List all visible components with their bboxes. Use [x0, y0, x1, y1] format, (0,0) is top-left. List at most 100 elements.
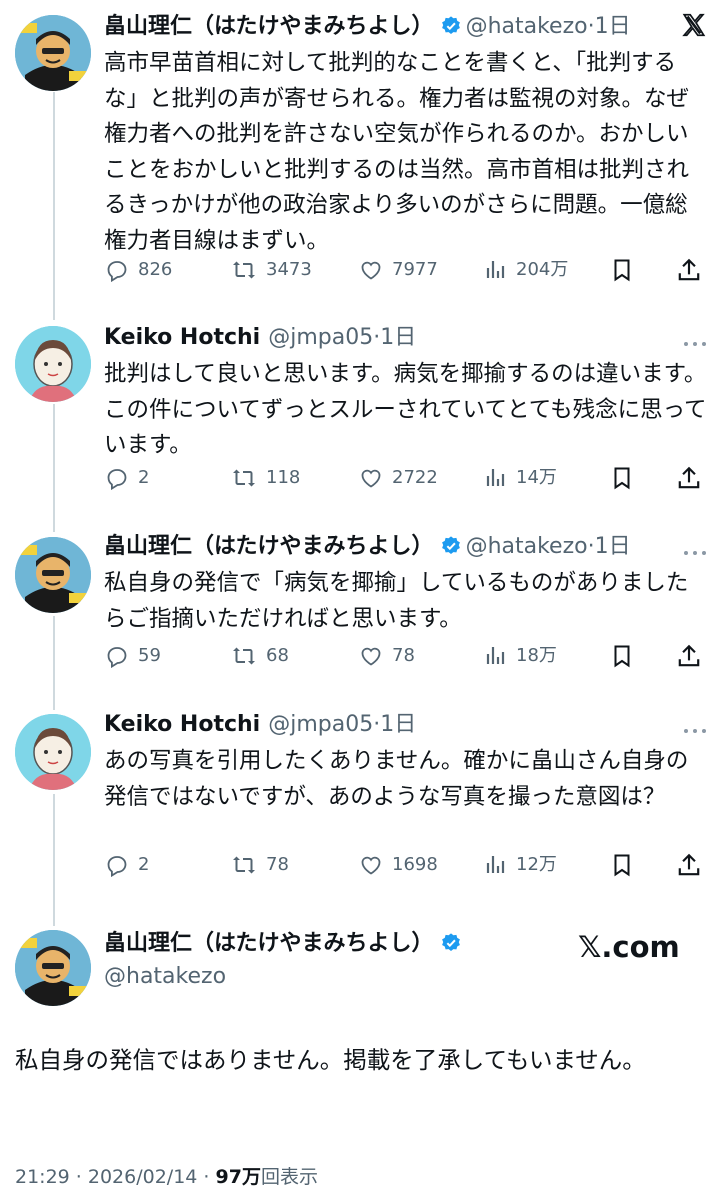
analytics-icon: [486, 647, 505, 664]
share-icon: [678, 258, 700, 281]
display-name[interactable]: 畠山理仁（はたけやまみちよし）: [104, 534, 434, 559]
tweet-header: Keiko Hotchi @jmpa05·1日: [104, 321, 708, 355]
reply-count: 2: [138, 467, 150, 488]
heart-icon: [361, 469, 381, 488]
repost-button[interactable]: 78: [230, 850, 289, 880]
tweet-header: 畠山理仁（はたけやまみちよし） @hatakezo·1日: [104, 530, 708, 564]
x-logo-icon[interactable]: [680, 12, 708, 49]
reply-icon: [107, 261, 127, 283]
avatar[interactable]: [15, 326, 91, 402]
like-count: 78: [392, 645, 415, 666]
view-count: 204万: [516, 259, 569, 280]
bookmark-icon: [614, 854, 630, 877]
heart-icon: [361, 856, 381, 875]
view-count: 14万: [516, 467, 557, 488]
bookmark-icon: [614, 259, 630, 282]
timestamp[interactable]: 1日: [595, 14, 631, 39]
tweet[interactable]: Keiko Hotchi @jmpa05·1日 あの写真を引用したくありません。確…: [104, 708, 708, 888]
tweet-header: 畠山理仁（はたけやまみちよし） @hatakezo·1日: [104, 10, 708, 44]
heart-icon: [361, 261, 381, 280]
analytics-icon: [486, 856, 505, 873]
repost-count: 3473: [266, 259, 312, 280]
like-count: 2722: [392, 467, 438, 488]
handle[interactable]: @hatakezo: [104, 961, 226, 993]
reply-count: 826: [138, 259, 173, 280]
main-tweet[interactable]: 畠山理仁（はたけやまみちよし） @hatakezo 𝕏.com 私自身の発信では…: [0, 925, 722, 1200]
views-button[interactable]: 204万: [484, 255, 568, 285]
display-name[interactable]: 畠山理仁（はたけやまみちよし）: [104, 931, 434, 956]
handle[interactable]: @jmpa05: [268, 325, 373, 350]
main-name-row: 畠山理仁（はたけやまみちよし）: [104, 927, 466, 961]
tweet-actions: 826 3473 7977 204万: [104, 255, 708, 285]
views-button[interactable]: 14万: [484, 463, 557, 493]
reply-icon: [107, 469, 127, 491]
like-button[interactable]: 7977: [358, 255, 438, 285]
display-name[interactable]: Keiko Hotchi: [104, 712, 260, 737]
verified-badge-icon: [440, 534, 462, 568]
repost-button[interactable]: 3473: [230, 255, 312, 285]
display-name[interactable]: Keiko Hotchi: [104, 325, 260, 350]
thread-line: [53, 616, 55, 710]
repost-icon: [233, 647, 255, 665]
verified-badge-icon: [440, 931, 462, 965]
tweet-text: 高市早苗首相に対して批判的なことを書くと、「批判するな」と批判の声が寄せられる。…: [104, 50, 690, 254]
verified-badge-icon: [440, 14, 462, 48]
post-timestamp[interactable]: 21:29 · 2026/02/14 ·: [15, 1166, 216, 1188]
xcom-watermark: 𝕏.com: [578, 930, 680, 964]
timestamp[interactable]: 1日: [595, 534, 631, 559]
separator: ·: [587, 14, 595, 39]
thread-line: [53, 404, 55, 532]
repost-button[interactable]: 68: [230, 641, 289, 671]
share-button[interactable]: [676, 641, 710, 671]
like-button[interactable]: 1698: [358, 850, 438, 880]
tweet-text: 私自身の発信で「病気を揶揄」しているものがありましたらご指摘いただければと思いま…: [104, 570, 689, 632]
views-button[interactable]: 18万: [484, 641, 557, 671]
views-button[interactable]: 12万: [484, 850, 557, 880]
reply-button[interactable]: 2: [104, 850, 149, 880]
share-icon: [678, 853, 700, 876]
thread-line: [53, 794, 55, 926]
bookmark-button[interactable]: [610, 463, 642, 493]
timestamp[interactable]: 1日: [380, 325, 416, 350]
view-count: 18万: [516, 645, 557, 666]
avatar[interactable]: [15, 714, 91, 790]
avatar[interactable]: [15, 537, 91, 613]
handle[interactable]: @hatakezo: [466, 14, 588, 39]
reply-icon: [107, 856, 127, 878]
share-icon: [678, 644, 700, 667]
like-button[interactable]: 78: [358, 641, 415, 671]
main-tweet-meta: 21:29 · 2026/02/14 · 97万回表示: [15, 1163, 318, 1191]
view-label: 回表示: [260, 1166, 318, 1188]
avatar[interactable]: [15, 15, 91, 91]
repost-count: 68: [266, 645, 289, 666]
tweet[interactable]: 畠山理仁（はたけやまみちよし） @hatakezo·1日 私自身の発信で「病気を揶…: [104, 530, 708, 675]
tweet[interactable]: 畠山理仁（はたけやまみちよし） @hatakezo·1日 高市早苗首相に対して批判…: [104, 10, 708, 300]
analytics-icon: [486, 261, 505, 278]
thread-line: [53, 92, 55, 320]
like-button[interactable]: 2722: [358, 463, 438, 493]
repost-button[interactable]: 118: [230, 463, 300, 493]
display-name[interactable]: 畠山理仁（はたけやまみちよし）: [104, 14, 434, 39]
reply-icon: [107, 647, 127, 669]
share-button[interactable]: [676, 850, 710, 880]
bookmark-button[interactable]: [610, 641, 642, 671]
reply-button[interactable]: 826: [104, 255, 172, 285]
repost-icon: [233, 261, 255, 279]
timestamp[interactable]: 1日: [380, 712, 416, 737]
view-count: 97万: [215, 1166, 261, 1188]
tweet-actions: 59 68 78 18万: [104, 641, 708, 671]
handle[interactable]: @jmpa05: [268, 712, 373, 737]
tweet-text: あの写真を引用したくありません。確かに畠山さん自身の発信ではないですが、あのよう…: [104, 748, 689, 810]
tweet-actions: 2 78 1698 12万: [104, 850, 708, 880]
bookmark-button[interactable]: [610, 850, 642, 880]
reply-button[interactable]: 59: [104, 641, 161, 671]
tweet[interactable]: Keiko Hotchi @jmpa05·1日 批判はして良いと思います。病気を揶…: [104, 321, 708, 501]
share-button[interactable]: [676, 255, 710, 285]
repost-count: 78: [266, 854, 289, 875]
bookmark-button[interactable]: [610, 255, 642, 285]
handle[interactable]: @hatakezo: [466, 534, 588, 559]
share-button[interactable]: [676, 463, 710, 493]
reply-button[interactable]: 2: [104, 463, 149, 493]
analytics-icon: [486, 469, 505, 486]
tweet-text: 批判はして良いと思います。病気を揶揄するのは違います。この件についてずっとスルー…: [104, 361, 707, 458]
